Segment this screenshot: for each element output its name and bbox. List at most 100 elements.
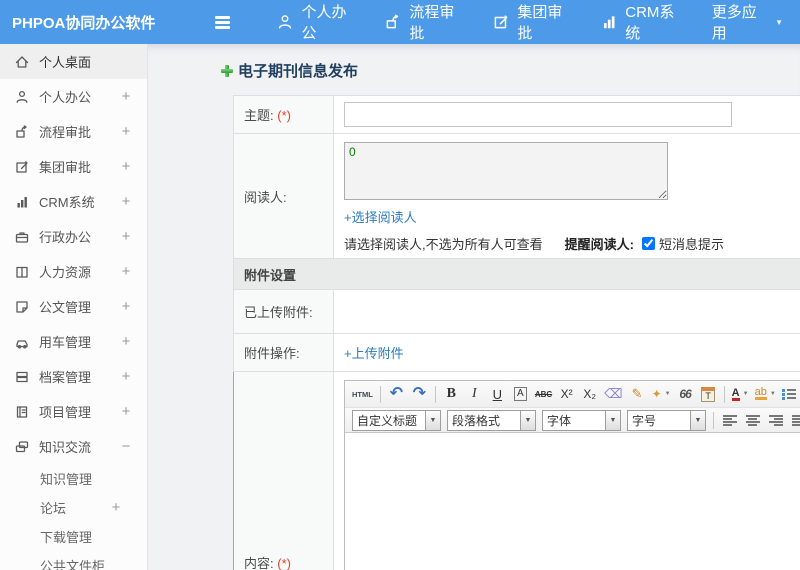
- sms-notify-checkbox[interactable]: [641, 237, 655, 250]
- readers-label: 阅读人:: [244, 189, 287, 205]
- editor-toolbar-row1: HTML↶↷BIUAABCX²X₂⌫✎✦▼66TA▼ab▼▼: [345, 381, 800, 407]
- expand-plus-icon[interactable]: +: [120, 193, 132, 210]
- custom-heading-select[interactable]: 自定义标题 ▼: [352, 409, 441, 431]
- sidebar-item-vehicle-mgmt[interactable]: 用车管理 +: [0, 324, 147, 359]
- sidebar-item-group-approval[interactable]: 集团审批 +: [0, 149, 147, 184]
- align-right-button[interactable]: [765, 409, 786, 431]
- app-logo[interactable]: PHPOA协同办公软件: [0, 12, 167, 33]
- sidebar-item-admin-office[interactable]: 行政办公 +: [0, 219, 147, 254]
- sidebar-item-label: 个人桌面: [39, 55, 92, 70]
- rich-text-editor: HTML↶↷BIUAABCX²X₂⌫✎✦▼66TA▼ab▼▼ 自定义标题▼段落格…: [344, 380, 800, 570]
- sidebar-subitem-forum[interactable]: 论坛 +: [0, 493, 147, 522]
- sidebar-item-personal-desktop[interactable]: 个人桌面: [0, 44, 147, 79]
- remove-format-button[interactable]: ⌫: [602, 383, 624, 405]
- uploaded-attachments-label: 已上传附件:: [244, 305, 313, 320]
- required-mark: (*): [277, 108, 291, 123]
- sidebar-menu: 个人桌面 个人办公 + 流程审批 + 集团审批 + CRM系统 + 行政办公 + 人力资源 + 公文管理 +…: [0, 44, 147, 570]
- required-mark: (*): [277, 555, 291, 570]
- readers-row: 阅读人: 0 +选择阅读人 请选择阅读人,不选为所有人可查看 提醒阅读人: 短消…: [233, 133, 800, 259]
- quick-style-button[interactable]: ✦ ▼: [650, 383, 673, 405]
- caret-down-icon: ▼: [769, 391, 776, 397]
- sidebar: 个人桌面 个人办公 + 流程审批 + 集团审批 + CRM系统 + 行政办公 + 人力资源 + 公文管理 +…: [0, 44, 148, 570]
- caret-down-icon[interactable]: ▼: [690, 410, 705, 430]
- nav-more-apps[interactable]: 更多应用 ▼: [695, 0, 800, 44]
- align-left-button[interactable]: [719, 409, 740, 431]
- redo-button[interactable]: ↷: [409, 383, 430, 405]
- expand-plus-icon[interactable]: +: [120, 403, 132, 420]
- sidebar-item-label: 流程审批: [39, 125, 92, 140]
- caret-down-icon: ▼: [742, 391, 749, 397]
- expand-plus-icon[interactable]: +: [120, 228, 132, 245]
- hamburger-menu-icon[interactable]: [213, 15, 231, 29]
- undo-button[interactable]: ↶: [386, 383, 407, 405]
- toolbar-separator: [379, 385, 381, 403]
- html-source-button[interactable]: HTML: [350, 383, 375, 405]
- bold-button[interactable]: B: [441, 383, 462, 405]
- ordered-list-button[interactable]: ▼: [780, 383, 800, 405]
- sidebar-item-label: 公文管理: [39, 300, 92, 315]
- font-size-select[interactable]: 字号 ▼: [627, 409, 706, 431]
- justify-button[interactable]: [788, 409, 800, 431]
- format-painter-button[interactable]: ✎: [627, 383, 648, 405]
- sidebar-item-project-mgmt[interactable]: 项目管理 +: [0, 394, 147, 429]
- sidebar-item-label: 个人办公: [39, 90, 92, 105]
- subscript-icon: X₂: [583, 387, 596, 401]
- justify-icon: [791, 414, 800, 426]
- caret-down-icon[interactable]: ▼: [520, 410, 535, 430]
- toolbar-separator: [723, 385, 725, 403]
- collapse-minus-icon[interactable]: −: [120, 438, 132, 455]
- expand-plus-icon[interactable]: +: [120, 158, 132, 175]
- nav-group-approval[interactable]: 集团审批: [475, 0, 583, 44]
- highlight-color-button[interactable]: ab ▼: [753, 383, 778, 405]
- document-icon: [14, 299, 30, 315]
- strikethrough-button[interactable]: ABC: [533, 383, 554, 405]
- paragraph-format-select[interactable]: 段落格式 ▼: [447, 409, 536, 431]
- editor-content-area[interactable]: [345, 433, 800, 570]
- sidebar-item-document-mgmt[interactable]: 公文管理 +: [0, 289, 147, 324]
- sidebar-subitem-knowledge-mgmt[interactable]: 知识管理: [0, 464, 147, 493]
- expand-plus-icon[interactable]: +: [120, 298, 132, 315]
- font-family-select[interactable]: 字体 ▼: [542, 409, 621, 431]
- subject-label: 主题:: [244, 108, 274, 123]
- select-readers-link[interactable]: +选择阅读人: [344, 210, 417, 225]
- nav-process-approval[interactable]: 流程审批: [367, 0, 475, 44]
- expand-plus-icon[interactable]: +: [120, 333, 132, 350]
- subscript-button[interactable]: X₂: [579, 383, 600, 405]
- readers-textarea[interactable]: 0: [344, 142, 668, 200]
- nav-crm-system[interactable]: CRM系统: [583, 0, 695, 44]
- expand-plus-icon[interactable]: +: [120, 123, 132, 140]
- align-center-button[interactable]: [742, 409, 763, 431]
- caret-down-icon[interactable]: ▼: [605, 410, 620, 430]
- upload-attachment-link[interactable]: +上传附件: [344, 346, 404, 361]
- sidebar-item-process-approval[interactable]: 流程审批 +: [0, 114, 147, 149]
- sidebar-item-label: 集团审批: [39, 160, 92, 175]
- sidebar-item-crm-system[interactable]: CRM系统 +: [0, 184, 147, 219]
- font-style-button[interactable]: A: [510, 383, 531, 405]
- expand-plus-icon[interactable]: +: [120, 368, 132, 385]
- chat-icon: [14, 439, 30, 455]
- expand-plus-icon[interactable]: +: [110, 499, 122, 516]
- italic-button[interactable]: I: [464, 383, 485, 405]
- font-color-button[interactable]: A ▼: [730, 383, 751, 405]
- nav-personal-office[interactable]: 个人办公: [259, 0, 367, 44]
- sidebar-item-knowledge-exchange[interactable]: 知识交流 −: [0, 429, 147, 464]
- sidebar-subitem-public-file-cabinet[interactable]: 公共文件柜: [0, 551, 147, 570]
- edit-icon: [14, 159, 30, 175]
- add-plus-icon: [220, 64, 234, 78]
- blockquote-button[interactable]: 66: [675, 383, 696, 405]
- sidebar-subitem-download-mgmt[interactable]: 下载管理: [0, 522, 147, 551]
- sidebar-item-personal-office[interactable]: 个人办公 +: [0, 79, 147, 114]
- paste-text-button[interactable]: T: [698, 383, 719, 405]
- underline-button[interactable]: U: [487, 383, 508, 405]
- subject-input[interactable]: [344, 102, 732, 127]
- html-source-icon: HTML: [352, 389, 373, 399]
- sidebar-item-label: 知识管理: [40, 472, 93, 487]
- superscript-button[interactable]: X²: [556, 383, 577, 405]
- car-icon: [14, 334, 30, 350]
- sidebar-item-archive-mgmt[interactable]: 档案管理 +: [0, 359, 147, 394]
- sidebar-item-human-resources[interactable]: 人力资源 +: [0, 254, 147, 289]
- uploaded-attachments-value: [333, 289, 800, 334]
- expand-plus-icon[interactable]: +: [120, 263, 132, 280]
- expand-plus-icon[interactable]: +: [120, 88, 132, 105]
- caret-down-icon[interactable]: ▼: [425, 410, 440, 430]
